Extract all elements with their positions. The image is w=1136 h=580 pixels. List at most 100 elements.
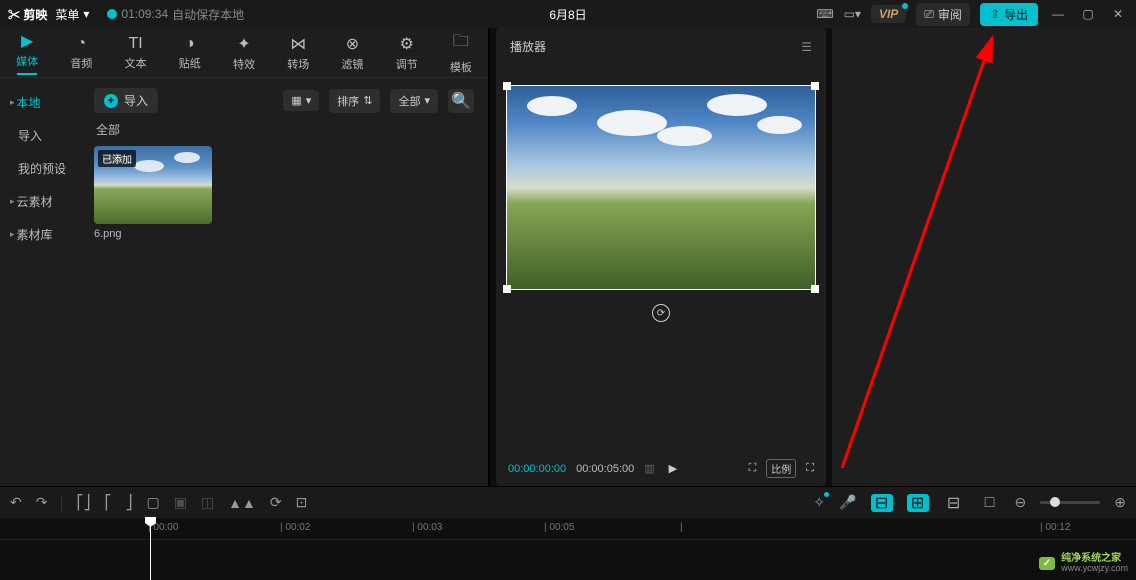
- link-button[interactable]: ⊟: [943, 494, 965, 512]
- import-button[interactable]: +导入: [94, 88, 158, 113]
- media-toolbar: +导入 ▦▾ 排序 ⇅ 全部 ▾ 🔍: [94, 88, 474, 113]
- vip-badge[interactable]: VIP: [871, 5, 906, 23]
- tab-transition[interactable]: ⋈转场: [271, 28, 325, 77]
- transition-icon: ⋈: [290, 34, 306, 54]
- crop-icon[interactable]: ⛶: [749, 462, 757, 475]
- view-grid-button[interactable]: ▦▾: [283, 90, 319, 111]
- app-logo: ✂ 剪映: [8, 6, 47, 23]
- search-button[interactable]: 🔍: [448, 89, 474, 113]
- crop-tool-button[interactable]: ⊡: [296, 494, 308, 511]
- thumb-image: 已添加: [94, 146, 212, 224]
- media-panel: ▶媒体 ◔音频 TI文本 ◑贴纸 ✦特效 ⋈转场 ⊗滤镜 ⚙调节 🗀模板 ▸本地…: [0, 28, 490, 486]
- player-controls: 00:00:00:00 00:00:05:00 ▥ ▶ ⛶ 比例 ⛶: [496, 451, 826, 486]
- total-time: 00:00:05:00: [576, 463, 634, 475]
- review-button[interactable]: ⎚ 审阅: [916, 3, 970, 26]
- sidebar-item-presets[interactable]: 我的预设: [0, 152, 80, 185]
- timeline[interactable]: | 00:00 | 00:02 | 00:03 | 00:05 | | 00:1…: [0, 518, 1136, 580]
- current-time: 00:00:00:00: [508, 463, 566, 475]
- properties-panel: [832, 28, 1136, 486]
- maximize-button[interactable]: ▢: [1078, 7, 1098, 21]
- filter-button[interactable]: 全部 ▾: [390, 89, 438, 113]
- split-button[interactable]: ⎡⎦: [76, 494, 90, 511]
- main-area: ▶媒体 ◔音频 TI文本 ◑贴纸 ✦特效 ⋈转场 ⊗滤镜 ⚙调节 🗀模板 ▸本地…: [0, 28, 1136, 486]
- filter-icon: ⊗: [346, 34, 359, 54]
- layout-icon[interactable]: ▭▾: [844, 7, 861, 21]
- mirror-button[interactable]: ▲▲: [228, 495, 256, 511]
- titlebar: ✂ 剪映 菜单 ▾ 01:09:34 自动保存本地 6月8日 ⌨ ▭▾ VIP …: [0, 0, 1136, 28]
- annotation-arrow: [832, 28, 1136, 486]
- project-name[interactable]: 6月8日: [549, 6, 586, 23]
- tab-filter[interactable]: ⊗滤镜: [325, 28, 379, 77]
- delete-button[interactable]: ▢: [146, 494, 159, 511]
- minimize-button[interactable]: —: [1048, 7, 1068, 21]
- tab-adjust[interactable]: ⚙调节: [380, 28, 434, 77]
- chevron-right-icon: ▸: [10, 97, 15, 108]
- export-button[interactable]: ⇧ 导出: [980, 3, 1038, 26]
- media-thumb[interactable]: 已添加 6.png: [94, 146, 212, 240]
- tab-effects[interactable]: ✦特效: [217, 28, 271, 77]
- preview-toggle[interactable]: ⊞: [907, 494, 929, 512]
- cut-left-button[interactable]: ⎡: [104, 494, 111, 511]
- player-menu-icon[interactable]: ☰: [801, 40, 812, 54]
- mic-button[interactable]: 🎤: [839, 494, 856, 511]
- tick: |: [680, 522, 683, 533]
- autosave-status: 01:09:34 自动保存本地: [107, 6, 244, 23]
- freeze-button[interactable]: ◫: [201, 494, 214, 511]
- cut-right-button[interactable]: ⎦: [125, 494, 132, 511]
- resize-handle[interactable]: [503, 82, 511, 90]
- resize-handle[interactable]: [811, 285, 819, 293]
- media-sidebar: ▸本地 导入 我的预设 ▸云素材 ▸素材库: [0, 78, 80, 486]
- grid-icon: ▦: [291, 94, 301, 107]
- redo-button[interactable]: ↷: [36, 494, 48, 511]
- rotate-button[interactable]: ⟳: [270, 494, 282, 511]
- zoom-out-button[interactable]: ⊖: [1015, 494, 1027, 511]
- ripple-button[interactable]: ▣: [174, 494, 187, 511]
- tick: | 00:02: [280, 522, 310, 533]
- resize-handle[interactable]: [503, 285, 511, 293]
- zoom-slider[interactable]: [1040, 501, 1100, 504]
- sort-button[interactable]: 排序 ⇅: [329, 89, 380, 113]
- tab-media[interactable]: ▶媒体: [0, 28, 54, 77]
- rotate-handle[interactable]: ⟳: [652, 304, 670, 322]
- thumb-name: 6.png: [94, 228, 212, 240]
- sidebar-item-local[interactable]: ▸本地: [0, 86, 80, 119]
- close-button[interactable]: ✕: [1108, 7, 1128, 21]
- tab-template[interactable]: 🗀模板: [434, 28, 488, 77]
- effects-icon: ✦: [237, 34, 250, 54]
- timeline-ruler[interactable]: | 00:00 | 00:02 | 00:03 | 00:05 | | 00:1…: [0, 518, 1136, 540]
- tab-text[interactable]: TI文本: [108, 28, 162, 77]
- snap-button[interactable]: ⊟: [871, 494, 893, 512]
- added-badge: 已添加: [98, 150, 136, 167]
- media-icon: ▶: [21, 31, 33, 51]
- playhead[interactable]: [150, 518, 151, 580]
- tick: | 00:05: [544, 522, 574, 533]
- category-tabs: ▶媒体 ◔音频 TI文本 ◑贴纸 ✦特效 ⋈转场 ⊗滤镜 ⚙调节 🗀模板: [0, 28, 488, 78]
- menu-button[interactable]: 菜单 ▾: [55, 6, 89, 23]
- sidebar-item-import[interactable]: 导入: [0, 119, 80, 152]
- ratio-button[interactable]: 比例: [766, 459, 796, 478]
- fullscreen-icon[interactable]: ⛶: [806, 462, 814, 475]
- group-label: 全部: [96, 121, 474, 138]
- audio-icon: ◔: [76, 35, 86, 53]
- player-panel: 播放器 ☰ ⟳ 00:00:00:00 00:00:05:00 ▥ ▶: [496, 28, 826, 486]
- export-icon: ⇧: [990, 7, 1000, 21]
- zoom-in-button[interactable]: ⊕: [1114, 494, 1126, 511]
- tab-sticker[interactable]: ◑贴纸: [163, 28, 217, 77]
- preview-frame[interactable]: [506, 85, 816, 290]
- chevron-right-icon: ▸: [10, 229, 15, 240]
- keyboard-icon[interactable]: ⌨: [816, 7, 833, 21]
- resize-handle[interactable]: [811, 82, 819, 90]
- adjust-icon: ⚙: [399, 34, 413, 54]
- magic-button[interactable]: ✧: [813, 494, 825, 511]
- undo-button[interactable]: ↶: [10, 494, 22, 511]
- align-button[interactable]: □: [979, 494, 1001, 512]
- template-icon: 🗀: [453, 30, 469, 57]
- search-icon: 🔍: [451, 91, 471, 111]
- sidebar-item-cloud[interactable]: ▸云素材: [0, 185, 80, 218]
- play-button[interactable]: ▶: [669, 462, 677, 475]
- review-icon: ⎚: [924, 7, 934, 22]
- tab-audio[interactable]: ◔音频: [54, 28, 108, 77]
- sidebar-item-library[interactable]: ▸素材库: [0, 218, 80, 251]
- columns-icon[interactable]: ▥: [644, 462, 654, 475]
- player-viewport[interactable]: ⟳: [496, 65, 826, 451]
